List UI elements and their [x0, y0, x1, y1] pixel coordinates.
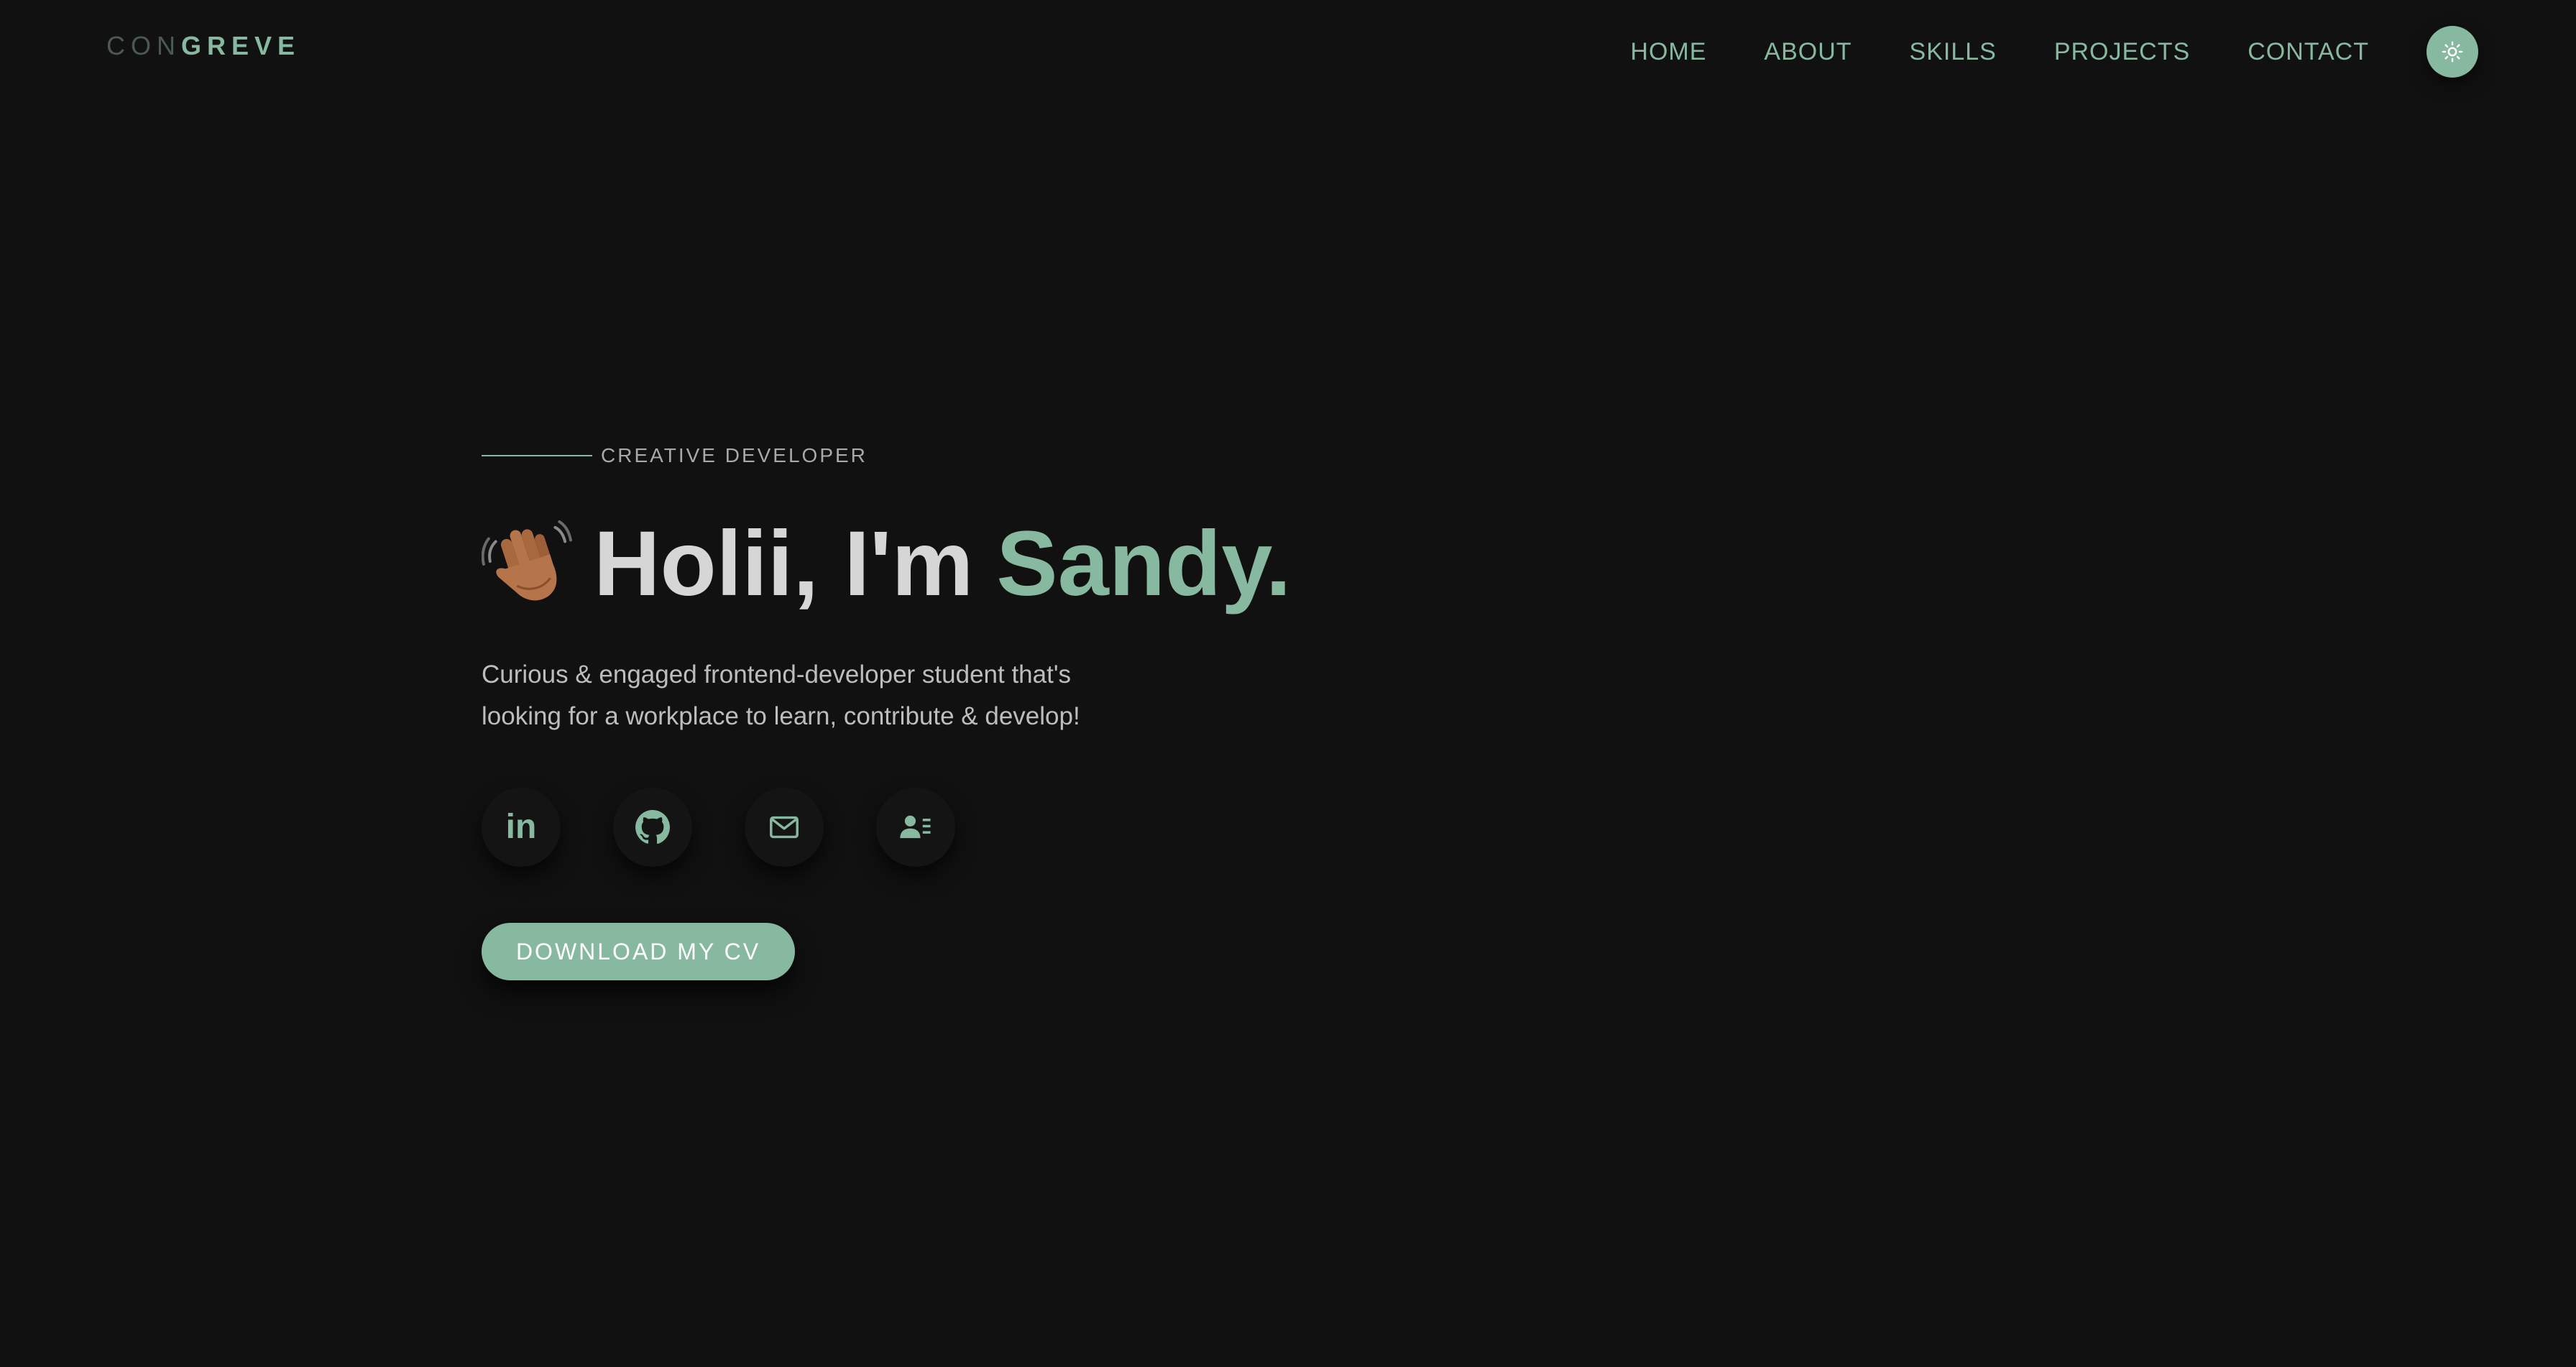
hero-greeting: Holii, I'm: [594, 512, 974, 615]
nav-about[interactable]: ABOUT: [1764, 34, 1852, 69]
linkedin-icon: in: [505, 808, 537, 846]
hero-section: CREATIVE DEVELOPER Holii, I'm Sandy. Cur…: [482, 438, 1291, 980]
hero-description: Curious & engaged frontend-developer stu…: [482, 654, 1172, 737]
nav-home[interactable]: HOME: [1630, 34, 1706, 69]
contact-card-icon: [900, 815, 931, 839]
contact-card-link[interactable]: [876, 788, 955, 867]
email-link[interactable]: [745, 788, 824, 867]
logo-bold-text: GREVE: [181, 31, 301, 60]
github-link[interactable]: [613, 788, 692, 867]
nav-projects[interactable]: PROJECTS: [2054, 34, 2190, 69]
theme-toggle-button[interactable]: [2426, 26, 2478, 78]
nav-contact[interactable]: CONTACT: [2248, 34, 2369, 69]
social-links: in: [482, 788, 1291, 867]
nav-skills[interactable]: SKILLS: [1910, 34, 1997, 69]
sun-icon: [2442, 41, 2463, 63]
hero-name: Sandy.: [996, 512, 1292, 615]
hero-headline: Holii, I'm Sandy.: [482, 510, 1291, 618]
main-nav: HOME ABOUT SKILLS PROJECTS CONTACT: [1630, 26, 2478, 78]
github-icon: [635, 810, 670, 844]
hero-description-line-1: Curious & engaged frontend-developer stu…: [482, 661, 1072, 689]
waving-hand-icon: [482, 520, 572, 601]
hero-description-line-2: looking for a workplace to learn, contri…: [482, 702, 1080, 730]
hero-kicker: CREATIVE DEVELOPER: [482, 438, 1291, 473]
kicker-line: [482, 455, 592, 456]
download-cv-button[interactable]: DOWNLOAD MY CV: [482, 923, 795, 980]
page: CONGREVE HOME ABOUT SKILLS PROJECTS CONT…: [0, 0, 2576, 1367]
logo[interactable]: CONGREVE: [106, 29, 300, 63]
logo-light-text: CON: [106, 31, 181, 60]
kicker-text: CREATIVE DEVELOPER: [601, 444, 868, 466]
mail-icon: [770, 816, 799, 839]
linkedin-link[interactable]: in: [482, 788, 561, 867]
